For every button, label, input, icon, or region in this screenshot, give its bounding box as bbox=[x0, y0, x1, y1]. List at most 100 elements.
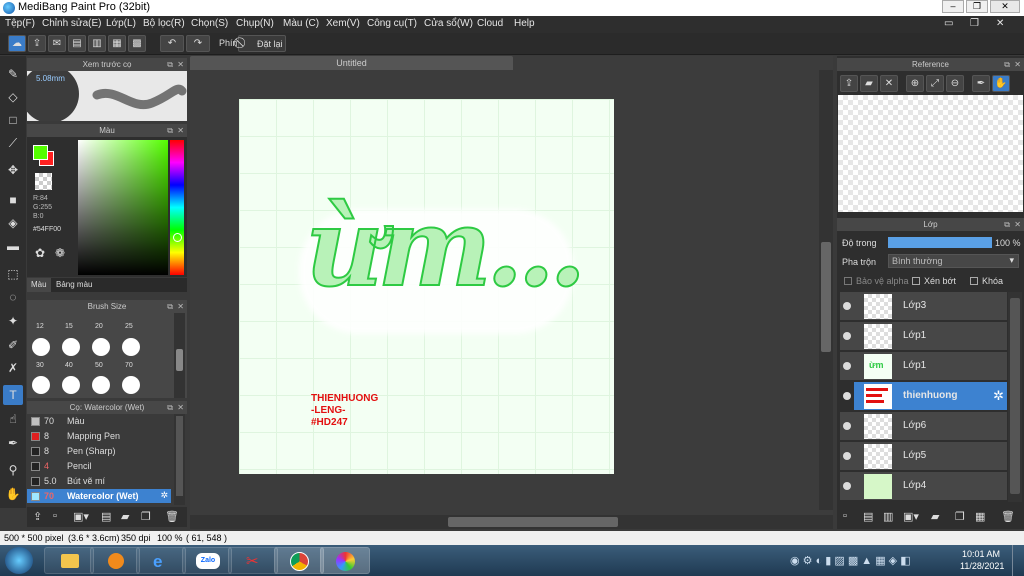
expand-icon[interactable]: ⧉ bbox=[167, 124, 173, 137]
document-icon[interactable]: ▥ bbox=[88, 35, 106, 52]
folder-icon[interactable]: ▰ bbox=[931, 510, 939, 523]
close-icon[interactable]: ✕ bbox=[177, 124, 184, 137]
canvas-paper[interactable]: ừm... THIENHUONG -LENG- #HD247 bbox=[239, 99, 614, 474]
menu-layer[interactable]: Lớp(L) bbox=[106, 18, 136, 29]
select-eraser-tool-icon[interactable]: ✗ bbox=[3, 358, 23, 378]
zoom-in-icon[interactable]: ⊕ bbox=[906, 75, 924, 92]
menu-filter[interactable]: Bộ lọc(R) bbox=[143, 18, 185, 29]
tab-palette[interactable]: Bảng màu bbox=[52, 278, 96, 292]
menu-window[interactable]: Cửa sổ(W) bbox=[424, 18, 473, 29]
redo-icon[interactable]: ↷ bbox=[186, 35, 210, 52]
cloud-icon[interactable]: ☁ bbox=[8, 35, 26, 52]
brush-item-selected[interactable]: 70 Watercolor (Wet) ✲ bbox=[27, 489, 171, 503]
trash-icon[interactable]: 🗑 bbox=[165, 510, 179, 523]
layer-row[interactable]: Lớp5 bbox=[840, 442, 1007, 471]
expand-icon[interactable]: ⧉ bbox=[167, 300, 173, 313]
fit-icon[interactable]: ⤢ bbox=[926, 75, 944, 92]
expand-icon[interactable]: ⧉ bbox=[167, 401, 173, 414]
menu-view[interactable]: Xem(V) bbox=[326, 18, 360, 29]
media-player-icon[interactable] bbox=[90, 547, 140, 574]
size-dot[interactable] bbox=[62, 338, 80, 356]
menu-cloud[interactable]: Cloud bbox=[477, 18, 503, 29]
brush-menu-icon[interactable]: ▣▾ bbox=[73, 510, 89, 523]
doc-minimize-icon[interactable]: ▭ bbox=[944, 18, 953, 29]
expand-icon[interactable]: ⧉ bbox=[1004, 58, 1010, 71]
layer-row[interactable]: ừm Lớp1 bbox=[840, 352, 1007, 381]
clock-date[interactable]: 11/28/2021 bbox=[960, 561, 1004, 571]
expand-icon[interactable]: ⧉ bbox=[167, 58, 173, 71]
share-icon[interactable]: ⇪ bbox=[28, 35, 46, 52]
layer-menu-icon[interactable]: ▣▾ bbox=[903, 510, 919, 523]
start-button[interactable] bbox=[5, 547, 33, 574]
snipping-tool-icon[interactable]: ✂ bbox=[228, 547, 278, 574]
delete-layer-icon[interactable]: 🗑 bbox=[1001, 510, 1015, 523]
new-halftone-layer-icon[interactable]: ▤ bbox=[863, 510, 873, 523]
doc-close-icon[interactable]: ✕ bbox=[996, 18, 1004, 29]
palette-add-icon[interactable]: ❁ bbox=[55, 246, 65, 260]
page-icon[interactable]: ▤ bbox=[68, 35, 86, 52]
visibility-icon[interactable] bbox=[843, 332, 851, 340]
duplicate-icon[interactable]: ❐ bbox=[141, 510, 151, 523]
visibility-icon[interactable] bbox=[843, 482, 851, 490]
minimize-button[interactable]: – bbox=[942, 0, 964, 13]
close-button[interactable]: ✕ bbox=[990, 0, 1020, 13]
layer-row[interactable]: Lớp3 bbox=[840, 292, 1007, 321]
brush-list-scrollbar[interactable] bbox=[174, 414, 185, 505]
hue-slider[interactable] bbox=[170, 140, 184, 275]
new-brush-icon[interactable]: ▫ bbox=[53, 510, 57, 522]
dot-tool-icon[interactable]: ⟋ bbox=[3, 133, 23, 153]
copy-brush-icon[interactable]: ▤ bbox=[101, 510, 111, 523]
visibility-icon[interactable] bbox=[843, 422, 851, 430]
clipping-checkbox[interactable] bbox=[912, 277, 920, 285]
tab-color[interactable]: Màu bbox=[27, 278, 51, 292]
layer-row[interactable]: Lớp6 bbox=[840, 412, 1007, 441]
size-dot[interactable] bbox=[62, 376, 80, 394]
fill-rect-tool-icon[interactable]: ■ bbox=[3, 190, 23, 210]
menu-tools[interactable]: Công cụ(T) bbox=[367, 18, 417, 29]
visibility-icon[interactable] bbox=[843, 362, 851, 370]
size-dot[interactable] bbox=[92, 376, 110, 394]
comment-icon[interactable]: ✉ bbox=[48, 35, 66, 52]
brush-item[interactable]: 4 Pencil bbox=[27, 459, 171, 473]
size-dot[interactable] bbox=[122, 376, 140, 394]
canvas-vertical-scrollbar[interactable] bbox=[819, 70, 833, 510]
hand-tool-icon[interactable]: ✋ bbox=[3, 484, 23, 504]
close-icon[interactable]: ✕ bbox=[880, 75, 898, 92]
size-dot[interactable] bbox=[32, 338, 50, 356]
operation-tool-icon[interactable]: ☝ bbox=[3, 409, 23, 429]
opacity-slider[interactable] bbox=[888, 237, 992, 248]
visibility-icon[interactable] bbox=[843, 302, 851, 310]
panels-icon[interactable]: ▦ bbox=[108, 35, 126, 52]
lasso-tool-icon[interactable]: ◌ bbox=[3, 287, 23, 307]
size-dot[interactable] bbox=[32, 376, 50, 394]
text-tool-icon[interactable]: T bbox=[3, 385, 23, 405]
lock-checkbox[interactable] bbox=[970, 277, 978, 285]
rectangle-tool-icon[interactable]: □ bbox=[3, 110, 23, 130]
eyedropper-icon[interactable]: ✒ bbox=[972, 75, 990, 92]
select-tool-icon[interactable]: ⬚ bbox=[3, 264, 23, 284]
undo-icon[interactable]: ↶ bbox=[160, 35, 184, 52]
size-dot[interactable] bbox=[92, 338, 110, 356]
chrome-icon[interactable] bbox=[274, 547, 324, 574]
layer-row[interactable]: Lớp4 bbox=[840, 472, 1007, 501]
expand-icon[interactable]: ⧉ bbox=[1004, 218, 1010, 231]
brush-tool-icon[interactable]: ✎ bbox=[3, 64, 23, 84]
eyedropper-tool-icon[interactable]: ✒ bbox=[3, 433, 23, 453]
layer-row-selected[interactable]: thienhuong ✲ bbox=[843, 382, 1007, 411]
protect-alpha-checkbox[interactable] bbox=[844, 277, 852, 285]
bucket-tool-icon[interactable]: ◈ bbox=[3, 213, 23, 233]
magic-wand-tool-icon[interactable]: ✦ bbox=[3, 311, 23, 331]
layer-row[interactable]: Lớp1 bbox=[840, 322, 1007, 351]
gear-icon[interactable]: ✲ bbox=[993, 388, 1004, 404]
document-tab[interactable]: Untitled bbox=[190, 56, 513, 70]
clock-time[interactable]: 10:01 AM bbox=[962, 549, 1000, 559]
zalo-icon[interactable]: Zalo bbox=[182, 547, 232, 574]
menu-color[interactable]: Màu (C) bbox=[283, 18, 319, 29]
foreground-color-swatch[interactable] bbox=[33, 145, 48, 160]
close-icon[interactable]: ✕ bbox=[177, 58, 184, 71]
ie-icon[interactable]: e bbox=[136, 547, 186, 574]
add-brush-icon[interactable]: ⇪ bbox=[33, 510, 42, 523]
gear-icon[interactable]: ✲ bbox=[160, 490, 168, 501]
menu-select[interactable]: Chọn(S) bbox=[191, 18, 228, 29]
reset-button[interactable]: ⃠ Đặt lại bbox=[238, 35, 286, 52]
